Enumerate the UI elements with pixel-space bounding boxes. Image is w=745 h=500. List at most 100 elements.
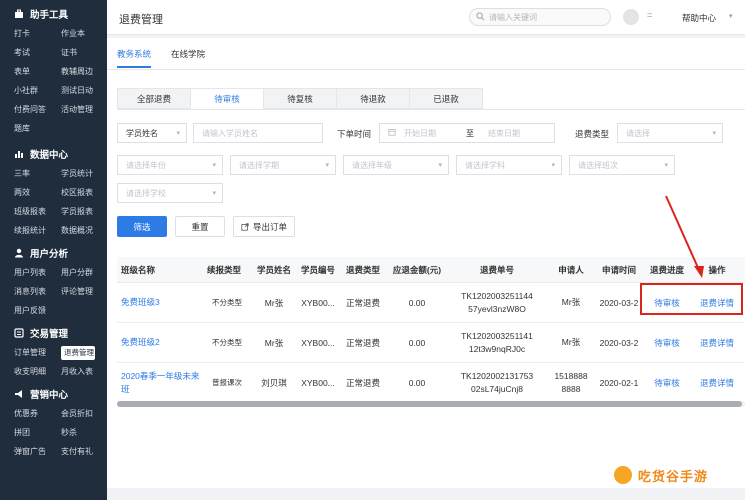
applicant-cell: Mr张 bbox=[547, 336, 595, 349]
refund-order-no-cell-line: TK1202002131753 bbox=[460, 370, 534, 381]
sidebar-section-title[interactable]: 用户分析 bbox=[0, 243, 107, 263]
search-box[interactable] bbox=[469, 8, 611, 26]
tab-pending-review[interactable]: 待审核 bbox=[190, 88, 264, 109]
sidebar-item[interactable]: 支付有礼 bbox=[61, 442, 111, 461]
refund-type-select[interactable]: 请选择 ▾ bbox=[617, 123, 723, 143]
sidebar-item[interactable]: 打卡 bbox=[14, 24, 61, 43]
student-name-cell: Mr张 bbox=[264, 337, 284, 348]
sidebar-item[interactable]: 数据概况 bbox=[61, 221, 111, 240]
filter-button[interactable]: 筛选 bbox=[117, 216, 167, 237]
class-type-placeholder: 请选择班次 bbox=[578, 160, 618, 170]
sidebar-item[interactable]: 学员报表 bbox=[61, 202, 111, 221]
column-header: 班级名称 bbox=[121, 264, 156, 275]
sidebar-item[interactable]: 表单 bbox=[14, 62, 61, 81]
renew-type-cell: 普报课次 bbox=[212, 378, 242, 387]
search-input[interactable] bbox=[489, 12, 599, 22]
order-time-label: 下单时间 bbox=[337, 129, 372, 139]
subject-placeholder: 请选择学科 bbox=[465, 160, 505, 170]
sidebar-section-title[interactable]: 助手工具 bbox=[0, 4, 107, 24]
apply-time-cell: 2020-03-2 bbox=[599, 297, 639, 308]
sidebar-item[interactable]: 三率 bbox=[14, 164, 61, 183]
student-no-cell: XYB00... bbox=[301, 297, 335, 308]
year-select[interactable]: 请选择年份 ▾ bbox=[117, 155, 223, 175]
horizontal-scrollbar[interactable] bbox=[117, 401, 745, 407]
export-icon bbox=[241, 222, 249, 231]
sidebar-item[interactable]: 作业本 bbox=[61, 24, 111, 43]
renew-type-cell: 不分类型 bbox=[212, 338, 242, 347]
refund-details-link[interactable]: 退费详情 bbox=[691, 337, 743, 349]
term-select[interactable]: 请选择学期 ▾ bbox=[230, 155, 336, 175]
sidebar-item[interactable]: 会员折扣 bbox=[61, 404, 111, 423]
sidebar-item[interactable]: 订单管理 bbox=[14, 343, 61, 362]
sidebar-item[interactable]: 秒杀 bbox=[61, 423, 111, 442]
sidebar-item[interactable]: 证书 bbox=[61, 43, 111, 62]
sidebar-item[interactable]: 月收入表 bbox=[61, 362, 111, 381]
column-header: 申请时间 bbox=[601, 264, 636, 275]
sidebar-item[interactable]: 班级报表 bbox=[14, 202, 61, 221]
sidebar-section-label: 营销中心 bbox=[30, 390, 69, 401]
sidebar-item[interactable]: 拼团 bbox=[14, 423, 61, 442]
student-name-select[interactable]: 学员姓名 ▾ bbox=[117, 123, 187, 143]
refund-order-no-cell: TK1202002131753 02sL74juCnj8 bbox=[447, 370, 547, 396]
sidebar-item[interactable]: 用户列表 bbox=[14, 263, 61, 282]
sidebar-item[interactable]: 题库 bbox=[14, 119, 61, 138]
table-row: 2020春季一年级未来班 普报课次 刘贝琪 XYB00... 正常退费 0.00 TK120… bbox=[117, 363, 745, 403]
grade-select[interactable]: 请选择年级 ▾ bbox=[343, 155, 449, 175]
sidebar-section-title[interactable]: 交易管理 bbox=[0, 323, 107, 343]
menu-icon[interactable]: = bbox=[647, 10, 652, 20]
class-name-link[interactable]: 免费班级2 bbox=[117, 336, 203, 349]
tab-all-refunds[interactable]: 全部退费 bbox=[117, 88, 191, 109]
column-header: 应退金额(元) bbox=[392, 264, 442, 275]
export-orders-button[interactable]: 导出订单 bbox=[233, 216, 295, 237]
sidebar-item[interactable]: 用户分群 bbox=[61, 263, 111, 282]
date-range-picker[interactable]: 开始日期 至 结束日期 bbox=[379, 123, 555, 143]
student-name-input[interactable]: 请输入学员姓名 bbox=[193, 123, 323, 143]
sidebar-item[interactable]: 活动管理 bbox=[61, 100, 111, 119]
sidebar-item[interactable]: 校区报表 bbox=[61, 183, 111, 202]
subject-select[interactable]: 请选择学科 ▾ bbox=[456, 155, 562, 175]
column-header: 退费类型 bbox=[345, 264, 380, 275]
sidebar-item[interactable]: 消息列表 bbox=[14, 282, 61, 301]
sidebar-item[interactable]: 收支明细 bbox=[14, 362, 61, 381]
school-select[interactable]: 请选择学校 ▾ bbox=[117, 183, 223, 203]
sidebar-section: 助手工具 打卡 作业本 考试 证书 表单 教辅周边 小社群 测试日动 付费问答 活动管理 题库 bbox=[0, 4, 107, 138]
sidebar-item[interactable]: 教辅周边 bbox=[61, 62, 111, 81]
tab-pending-refund[interactable]: 待退款 bbox=[336, 88, 410, 109]
progress-status-link[interactable]: 待审核 bbox=[643, 337, 691, 349]
sidebar-item[interactable]: 两效 bbox=[14, 183, 61, 202]
amount-cell: 0.00 bbox=[408, 337, 426, 348]
sidebar-item[interactable]: 付费问答 bbox=[14, 100, 61, 119]
chart-icon bbox=[14, 149, 24, 159]
tab-online-college[interactable]: 在线学院 bbox=[171, 48, 205, 68]
sidebar-item[interactable]: 退费管理 bbox=[61, 345, 95, 360]
tab-pending-recheck[interactable]: 待复核 bbox=[263, 88, 337, 109]
chevron-down-icon[interactable]: ▾ bbox=[729, 12, 733, 20]
progress-status-link[interactable]: 待审核 bbox=[643, 377, 691, 389]
sidebar-item[interactable]: 测试日动 bbox=[61, 81, 111, 100]
refund-details-link[interactable]: 退费详情 bbox=[691, 377, 743, 389]
sidebar-item[interactable]: 学员统计 bbox=[61, 164, 111, 183]
help-center-link[interactable]: 帮助中心 bbox=[682, 12, 716, 24]
sidebar-section-title[interactable]: 数据中心 bbox=[0, 144, 107, 164]
renew-type-cell: 不分类型 bbox=[212, 298, 242, 307]
sidebar-item[interactable]: 优惠券 bbox=[14, 404, 61, 423]
tab-refunded[interactable]: 已退款 bbox=[409, 88, 483, 109]
class-type-select[interactable]: 请选择班次 ▾ bbox=[569, 155, 675, 175]
highlight-box bbox=[640, 283, 743, 315]
tab-academic-system[interactable]: 教务系统 bbox=[117, 48, 152, 68]
sidebar-item[interactable]: 考试 bbox=[14, 43, 61, 62]
class-name-link[interactable]: 2020春季一年级未来班 bbox=[117, 370, 203, 396]
scrollbar-thumb[interactable] bbox=[117, 401, 742, 407]
reset-button[interactable]: 重置 bbox=[175, 216, 225, 237]
sidebar-section-title[interactable]: 营销中心 bbox=[0, 384, 107, 404]
class-name-link[interactable]: 免费班级3 bbox=[117, 296, 203, 309]
avatar[interactable] bbox=[623, 9, 639, 25]
sidebar-item[interactable]: 小社群 bbox=[14, 81, 61, 100]
sidebar-item[interactable]: 续报统计 bbox=[14, 221, 61, 240]
sidebar-item[interactable]: 评论管理 bbox=[61, 282, 111, 301]
chevron-down-icon: ▾ bbox=[664, 162, 668, 169]
main-panel: 教务系统 在线学院 全部退费 待审核 待复核 待退款 已退款 学员姓名 ▾ 请输… bbox=[107, 38, 745, 488]
divider bbox=[117, 109, 745, 110]
sidebar-item[interactable]: 弹窗广告 bbox=[14, 442, 61, 461]
sidebar-item[interactable]: 用户反馈 bbox=[14, 301, 61, 320]
